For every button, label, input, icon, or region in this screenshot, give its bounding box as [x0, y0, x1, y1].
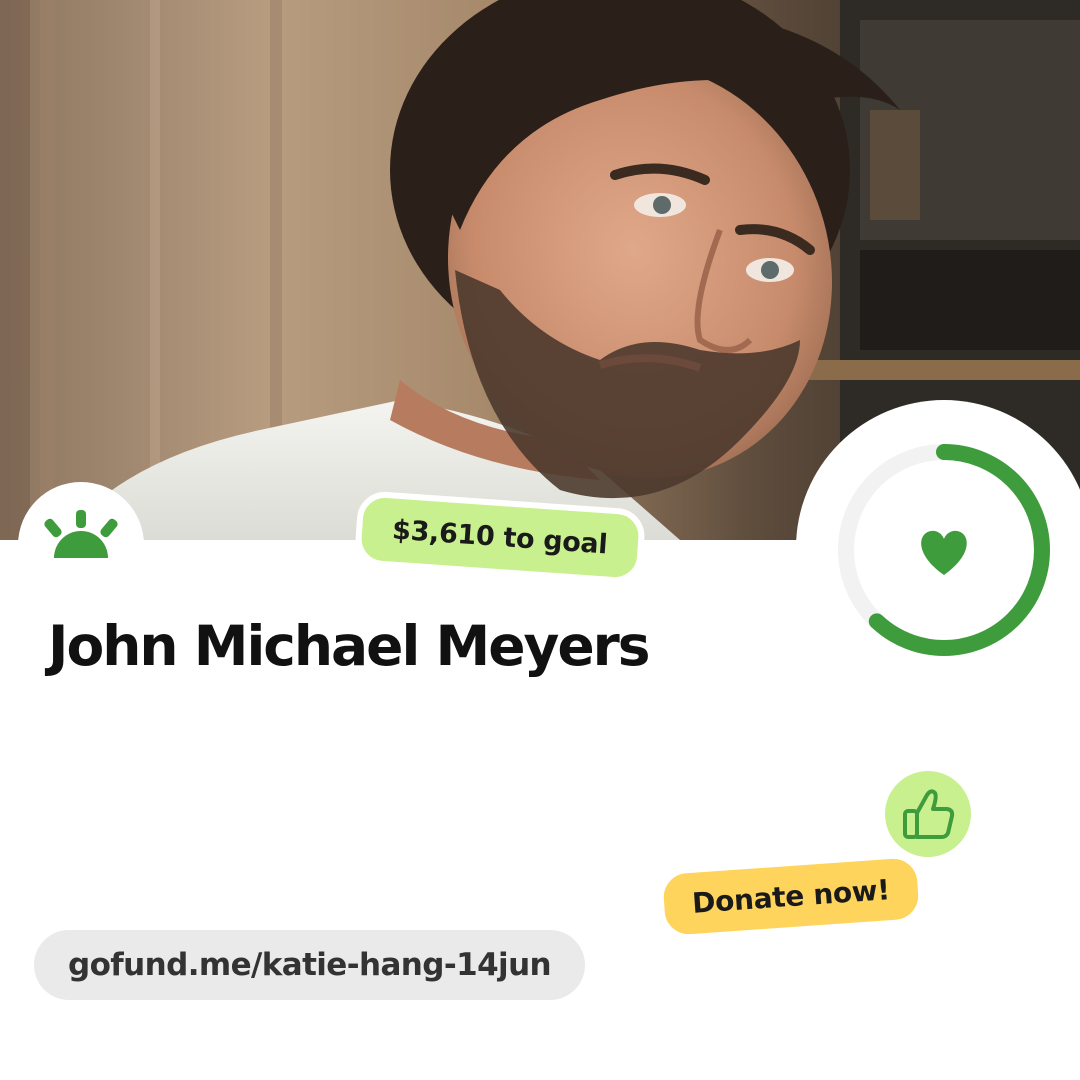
fundraiser-share-card: $3,610 to goal John Michael Meyers Donat…: [0, 0, 1080, 1080]
thumbs-up-badge: [880, 766, 976, 862]
thumbs-up-icon: [903, 789, 955, 839]
gofundme-sunrise-icon: [44, 510, 118, 558]
fundraiser-link[interactable]: gofund.me/katie-hang-14jun: [34, 930, 586, 1000]
heart-icon: [921, 530, 967, 575]
fundraiser-title: John Michael Meyers: [48, 614, 651, 678]
progress-ring: [838, 444, 1050, 656]
